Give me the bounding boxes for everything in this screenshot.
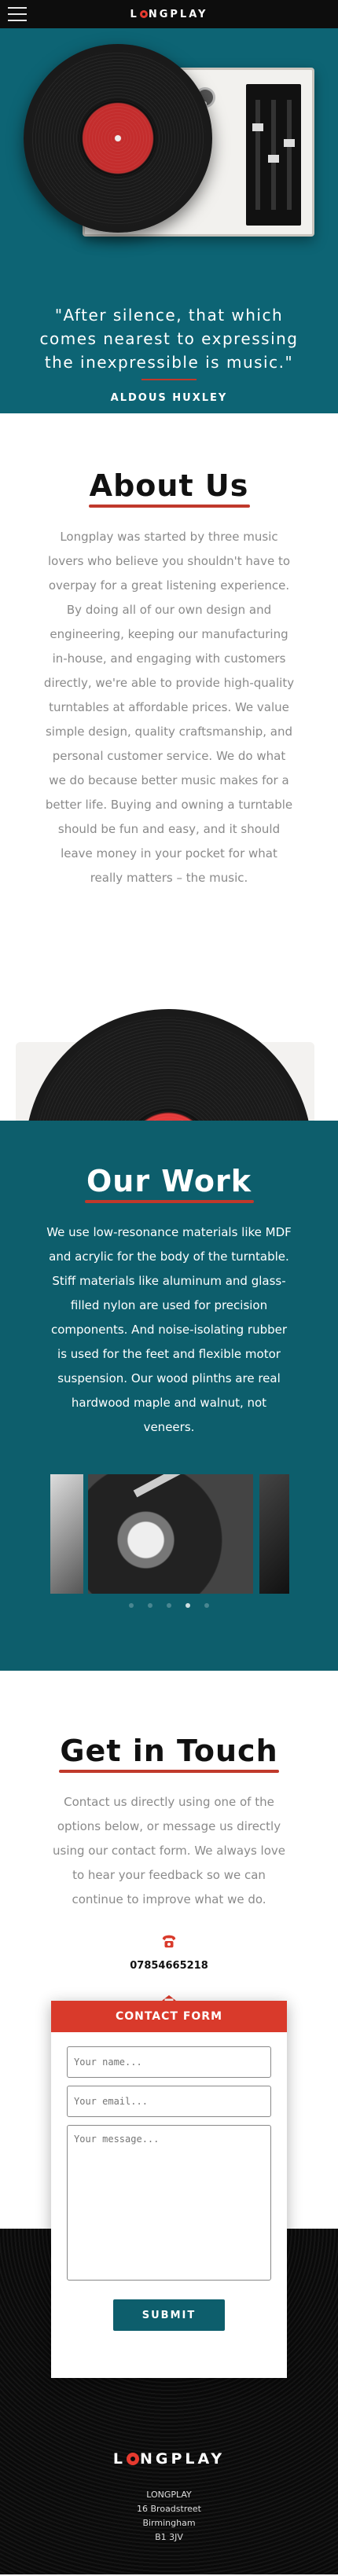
work-paragraph: We use low-resonance materials like MDF … — [46, 1225, 292, 1434]
menu-bar — [8, 7, 27, 9]
record-o-icon — [139, 10, 148, 18]
fader — [284, 100, 295, 210]
phone-number[interactable]: 07854665218 — [0, 1959, 338, 1973]
title-underline — [59, 1770, 279, 1773]
hero-section: "After silence, that which comes nearest… — [0, 28, 338, 413]
fader — [252, 100, 263, 210]
record-o-icon — [126, 2453, 139, 2465]
control-panel — [246, 84, 301, 226]
hero-quote: "After silence, that which comes nearest… — [0, 303, 338, 410]
title-underline — [88, 505, 250, 508]
carousel-slide-prev[interactable] — [50, 1474, 83, 1594]
about-title: About Us — [89, 468, 249, 503]
work-section: Our Work We use low-resonance materials … — [0, 1121, 338, 1671]
carousel-dot[interactable] — [204, 1603, 209, 1608]
submit-button[interactable]: SUBMIT — [113, 2299, 225, 2331]
vinyl-record-icon — [25, 1009, 312, 1121]
fader-knob — [284, 139, 295, 147]
brand-logo-post: NGPLAY — [148, 8, 208, 20]
image-carousel[interactable] — [0, 1474, 338, 1594]
footer-address-line: LONGPLAY — [146, 2490, 192, 2500]
fader-knob — [252, 123, 263, 131]
title-underline — [84, 1200, 254, 1203]
work-title: Our Work — [86, 1164, 252, 1198]
message-textarea[interactable] — [67, 2125, 271, 2281]
hamburger-menu-icon[interactable] — [8, 7, 27, 21]
carousel-dots — [0, 1603, 338, 1608]
footer-brand-logo[interactable]: L NGPLAY — [0, 2450, 338, 2468]
carousel-slide-next[interactable] — [259, 1474, 289, 1594]
contact-phone: 07854665218 — [0, 1932, 338, 1973]
turntable-illustration — [24, 44, 314, 248]
contact-form: CONTACT FORM SUBMIT — [51, 2001, 287, 2378]
footer-address-line: B1 3JV — [155, 2532, 183, 2542]
carousel-dot-active[interactable] — [186, 1603, 190, 1608]
phone-icon — [162, 1935, 176, 1948]
brand-logo-pre: L — [130, 8, 139, 20]
quote-author: ALDOUS HUXLEY — [110, 392, 228, 404]
carousel-dot[interactable] — [129, 1603, 134, 1608]
footer: CONTACT FORM SUBMIT L NGPLAY LONGPLAY 16… — [0, 2001, 338, 2574]
fader-knob — [268, 155, 279, 163]
carousel-slide-current[interactable] — [88, 1474, 253, 1594]
top-navbar: L NGPLAY — [0, 0, 338, 28]
footer-logo-post: NGPLAY — [139, 2450, 226, 2468]
brand-logo[interactable]: L NGPLAY — [130, 9, 208, 20]
contact-paragraph: Contact us directly using one of the opt… — [53, 1795, 285, 1906]
contact-title: Get in Touch — [60, 1734, 278, 1768]
quote-text: "After silence, that which comes nearest… — [39, 306, 299, 372]
menu-bar — [8, 13, 27, 15]
quote-divider — [141, 379, 197, 380]
footer-address-line: 16 Broadstreet — [137, 2504, 201, 2514]
footer-address: LONGPLAY 16 Broadstreet Birmingham B1 3J… — [0, 2488, 338, 2545]
about-section: About Us Longplay was started by three m… — [0, 413, 338, 1121]
form-header: CONTACT FORM — [51, 2001, 287, 2032]
carousel-dot[interactable] — [148, 1603, 152, 1608]
carousel-dot[interactable] — [167, 1603, 171, 1608]
email-input[interactable] — [67, 2086, 271, 2117]
footer-logo-pre: L — [112, 2450, 126, 2468]
form-body: SUBMIT — [51, 2032, 287, 2331]
menu-bar — [8, 20, 27, 21]
about-paragraph: Longplay was started by three music love… — [43, 530, 295, 885]
name-input[interactable] — [67, 2046, 271, 2078]
footer-address-line: Birmingham — [142, 2518, 196, 2528]
vinyl-record-icon — [24, 44, 212, 233]
fader — [268, 100, 279, 210]
